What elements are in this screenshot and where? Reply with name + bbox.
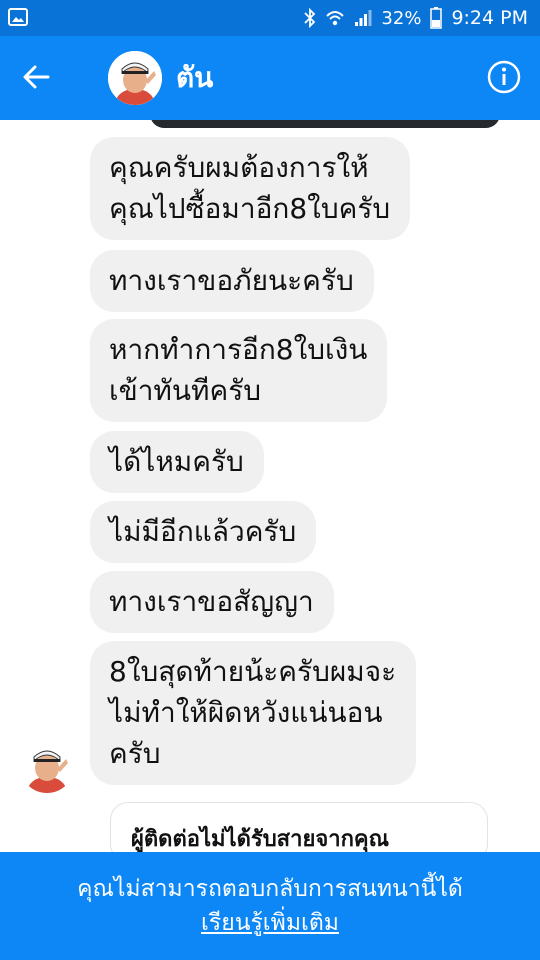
battery-percent: 32% bbox=[381, 7, 422, 29]
received-message[interactable]: หากทำการอีก8ใบเงิน เข้าทันทีครับ bbox=[90, 319, 388, 422]
info-icon[interactable] bbox=[486, 59, 522, 95]
message-line: ไม่ทำให้ผิดหวังแน่นอน bbox=[109, 696, 383, 729]
received-message[interactable]: ได้ไหมครับ bbox=[90, 431, 264, 493]
back-arrow-icon[interactable] bbox=[14, 55, 58, 99]
contact-avatar[interactable] bbox=[108, 51, 162, 105]
received-message[interactable]: ทางเราขอสัญญา bbox=[90, 571, 334, 633]
message-line: ทางเราขอสัญญา bbox=[109, 585, 314, 618]
missed-call-card[interactable]: ผู้ติดต่อไม่ได้รับสายจากคุณ bbox=[110, 802, 488, 852]
message-line: เข้าทันทีครับ bbox=[109, 374, 262, 407]
cannot-reply-banner: คุณไม่สามารถตอบกลับการสนทนานี้ได้ เรียนร… bbox=[0, 852, 540, 960]
bluetooth-icon bbox=[304, 8, 316, 28]
message-thread[interactable]: คุณครับผมต้องการให้ คุณไปซื้อมาอีก8ใบครั… bbox=[0, 120, 540, 852]
message-line: 8ใบสุดท้ายน้ะครับผมจะ bbox=[109, 655, 397, 688]
wifi-icon bbox=[326, 11, 345, 26]
message-line: ทางเราขอภัยนะครับ bbox=[109, 264, 354, 297]
message-line: ครับ bbox=[109, 737, 161, 770]
received-message[interactable]: ทางเราขอภัยนะครับ bbox=[90, 250, 374, 312]
sender-avatar[interactable] bbox=[20, 739, 74, 793]
contact-name[interactable]: ตัน bbox=[176, 58, 213, 98]
received-message[interactable]: 8ใบสุดท้ายน้ะครับผมจะ ไม่ทำให้ผิดหวังแน่… bbox=[90, 641, 417, 785]
clock: 9:24 PM bbox=[451, 7, 528, 29]
received-message[interactable]: ไม่มีอีกแล้วครับ bbox=[90, 501, 317, 563]
conversation-header: ตัน bbox=[0, 36, 540, 120]
battery-icon bbox=[430, 7, 443, 29]
signal-icon bbox=[355, 10, 372, 26]
message-line: หากทำการอีก8ใบเงิน bbox=[109, 333, 368, 366]
sent-message-bubble bbox=[150, 120, 500, 128]
message-line: ไม่มีอีกแล้วครับ bbox=[109, 515, 297, 548]
status-bar: 32% 9:24 PM bbox=[0, 0, 540, 36]
cannot-reply-message: คุณไม่สามารถตอบกลับการสนทนานี้ได้ bbox=[77, 876, 463, 902]
message-line: คุณครับผมต้องการให้ bbox=[109, 151, 369, 184]
missed-call-text: ผู้ติดต่อไม่ได้รับสายจากคุณ bbox=[131, 827, 390, 852]
image-icon bbox=[8, 8, 28, 26]
received-message[interactable]: คุณครับผมต้องการให้ คุณไปซื้อมาอีก8ใบครั… bbox=[90, 137, 411, 240]
message-line: คุณไปซื้อมาอีก8ใบครับ bbox=[109, 192, 391, 225]
learn-more-link[interactable]: เรียนรู้เพิ่มเติม bbox=[201, 907, 339, 939]
status-icons: 32% 9:24 PM bbox=[304, 0, 528, 36]
message-line: ได้ไหมครับ bbox=[109, 445, 244, 478]
